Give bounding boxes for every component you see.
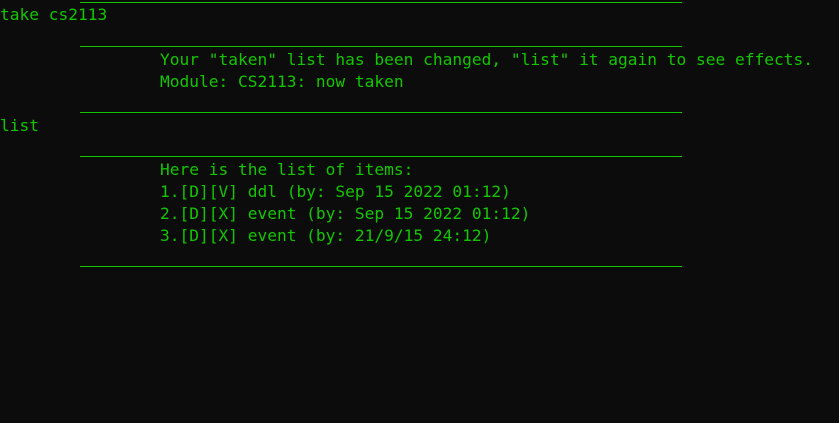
command-line-take: take cs2113 — [0, 5, 108, 24]
terminal-window[interactable]: take cs2113 Your "taken" list has been c… — [0, 0, 839, 423]
command-line-list: list — [0, 116, 39, 135]
list-header: Here is the list of items: — [160, 160, 414, 179]
list-item: 2.[D][X] event (by: Sep 15 2022 01:12) — [160, 204, 531, 223]
separator-line — [80, 46, 682, 47]
response-message: Module: CS2113: now taken — [160, 72, 404, 91]
separator-line — [80, 156, 682, 157]
list-item: 3.[D][X] event (by: 21/9/15 24:12) — [160, 226, 492, 245]
separator-line — [80, 266, 682, 267]
response-message: Your "taken" list has been changed, "lis… — [160, 50, 813, 69]
separator-line — [80, 2, 682, 3]
separator-line — [80, 112, 682, 113]
list-item: 1.[D][V] ddl (by: Sep 15 2022 01:12) — [160, 182, 511, 201]
